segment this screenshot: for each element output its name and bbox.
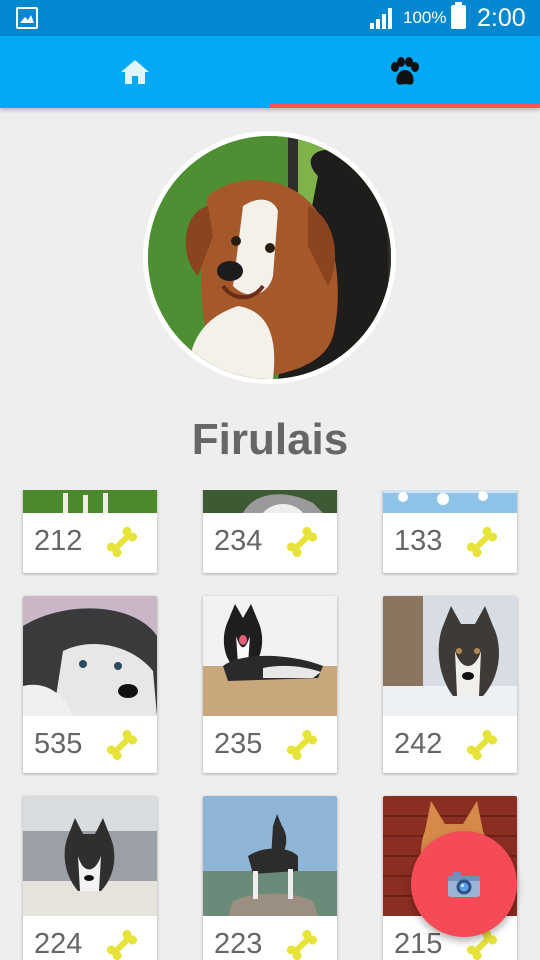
tab-pet-profile[interactable]: [270, 36, 540, 108]
photo-card[interactable]: 133: [383, 490, 517, 573]
bone-icon[interactable]: [285, 526, 319, 558]
bone-icon[interactable]: [285, 729, 319, 761]
pet-name: Firulais: [191, 415, 349, 464]
card-footer: 224: [23, 916, 157, 960]
photo-card[interactable]: 212: [23, 490, 157, 573]
bone-icon[interactable]: [285, 929, 319, 960]
husky-on-rock-photo: [203, 796, 337, 916]
paw-icon: [391, 57, 419, 85]
card-footer: 212: [23, 513, 157, 570]
bone-icon[interactable]: [105, 929, 139, 960]
card-footer: 223: [203, 916, 337, 960]
like-count: 212: [34, 525, 83, 557]
husky-lying-photo: [23, 596, 157, 716]
husky-photo: [203, 490, 337, 513]
dog-on-grass-photo: [23, 490, 157, 513]
clock: 2:00: [477, 4, 526, 32]
bone-icon[interactable]: [465, 729, 499, 761]
card-footer: 133: [383, 513, 517, 570]
tab-home[interactable]: [0, 36, 270, 108]
camera-icon: [448, 872, 480, 897]
bone-icon[interactable]: [105, 526, 139, 558]
like-count: 133: [394, 525, 443, 557]
tab-bar: [0, 36, 540, 108]
photo-card[interactable]: 234: [203, 490, 337, 573]
husky-portrait-photo: [383, 596, 517, 716]
snow-photo: [383, 490, 517, 513]
card-footer: 535: [23, 716, 157, 773]
like-count: 223: [214, 928, 263, 960]
photo-card[interactable]: 535: [23, 596, 157, 773]
like-count: 535: [34, 728, 83, 760]
photo-card[interactable]: 224: [23, 796, 157, 960]
status-bar: 100% 2:00: [0, 0, 540, 36]
photo-card[interactable]: 223: [203, 796, 337, 960]
like-count: 234: [214, 525, 263, 557]
signal-icon: [370, 8, 392, 29]
card-footer: 235: [203, 716, 337, 773]
bone-icon[interactable]: [465, 526, 499, 558]
husky-in-snow-photo: [23, 796, 157, 916]
camera-fab[interactable]: [411, 831, 517, 937]
home-icon: [121, 60, 149, 84]
battery-percent: 100%: [403, 8, 447, 27]
photo-card[interactable]: 235: [203, 596, 337, 773]
husky-on-floor-photo: [203, 596, 337, 716]
profile-avatar[interactable]: [148, 136, 391, 379]
brown-white-dog-photo: [148, 136, 391, 379]
card-footer: 234: [203, 513, 337, 570]
like-count: 242: [394, 728, 443, 760]
photo-card[interactable]: 242: [383, 596, 517, 773]
like-count: 224: [34, 928, 83, 960]
gallery-notification-icon: [16, 7, 38, 29]
card-footer: 242: [383, 716, 517, 773]
tab-indicator: [270, 104, 540, 108]
battery-icon: [451, 2, 466, 29]
bone-icon[interactable]: [105, 729, 139, 761]
like-count: 215: [394, 928, 443, 960]
like-count: 235: [214, 728, 263, 760]
